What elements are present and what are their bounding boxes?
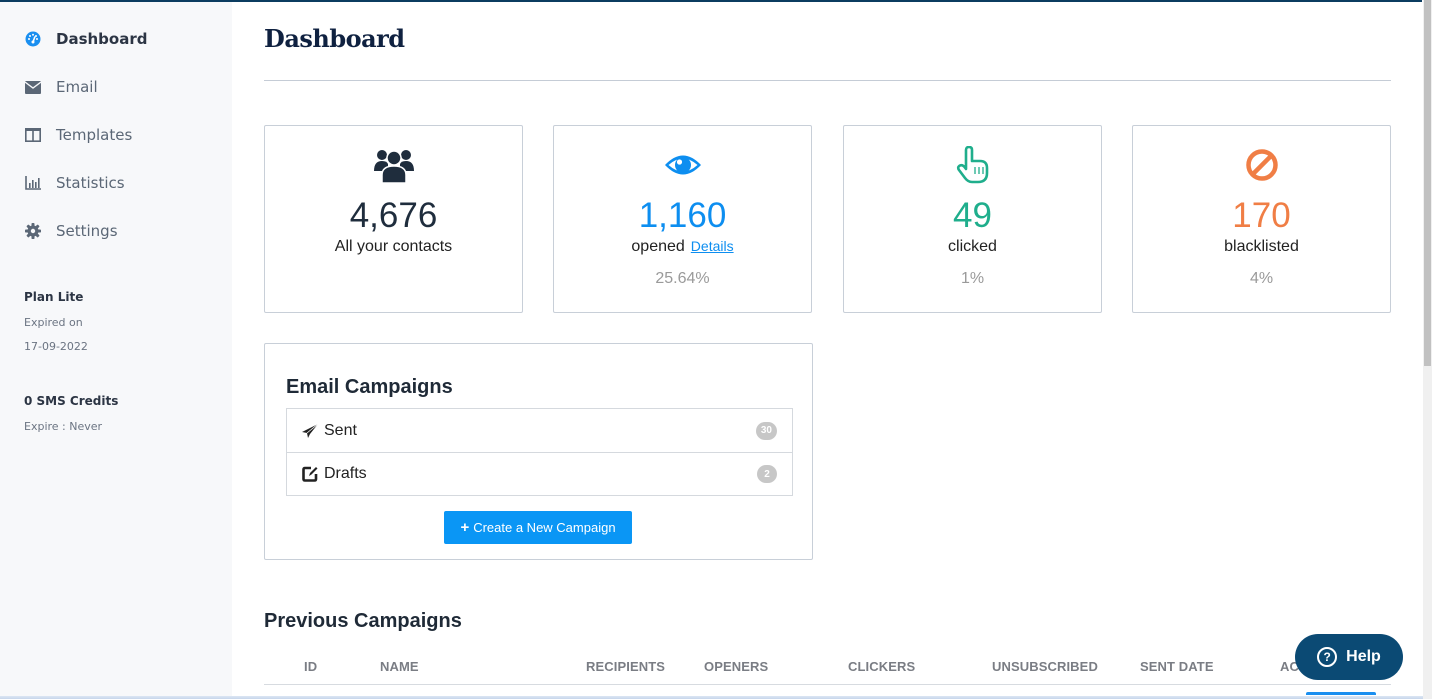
previous-campaigns-title: Previous Campaigns bbox=[264, 610, 462, 632]
column-header-sent-date[interactable]: SENT DATE bbox=[1140, 659, 1214, 674]
columns-icon bbox=[24, 127, 41, 144]
gear-icon bbox=[24, 223, 41, 240]
stat-card-opened: 1,160 opened Details 25.64% bbox=[553, 125, 812, 313]
question-circle-icon: ? bbox=[1317, 647, 1338, 667]
plan-name: Plan Lite bbox=[24, 290, 84, 304]
sms-credits: 0 SMS Credits bbox=[24, 394, 119, 408]
sidebar-item-label: Dashboard bbox=[56, 30, 148, 48]
paper-plane-icon bbox=[302, 422, 320, 440]
campaign-row-sent[interactable]: Sent 30 bbox=[287, 409, 792, 452]
table-header-divider bbox=[264, 684, 1391, 685]
email-campaigns-title: Email Campaigns bbox=[286, 376, 453, 398]
page-title: Dashboard bbox=[264, 24, 405, 53]
plan-expired-date: 17-09-2022 bbox=[24, 340, 88, 353]
stat-card-contacts: 4,676 All your contacts bbox=[264, 125, 523, 313]
vertical-scrollbar[interactable] bbox=[1423, 0, 1432, 699]
column-header-recipients[interactable]: RECIPIENTS bbox=[586, 659, 665, 674]
campaign-row-drafts[interactable]: Drafts 2 bbox=[287, 452, 792, 495]
opened-count: 1,160 bbox=[638, 196, 727, 235]
column-header-openers[interactable]: OPENERS bbox=[704, 659, 768, 674]
column-header-name[interactable]: NAME bbox=[380, 659, 419, 674]
column-header-id[interactable]: ID bbox=[304, 659, 317, 674]
sidebar-item-label: Settings bbox=[56, 222, 118, 240]
blacklisted-count: 170 bbox=[1232, 196, 1291, 235]
contacts-count: 4,676 bbox=[349, 196, 438, 235]
plus-icon: + bbox=[460, 519, 470, 536]
column-header-clickers[interactable]: CLICKERS bbox=[848, 659, 915, 674]
sidebar-item-label: Statistics bbox=[56, 174, 125, 192]
blacklisted-label: blacklisted bbox=[1224, 238, 1299, 255]
bar-chart-icon bbox=[24, 175, 41, 192]
help-button[interactable]: ? Help bbox=[1295, 634, 1403, 680]
clicked-percent: 1% bbox=[960, 270, 985, 287]
users-icon bbox=[265, 146, 522, 184]
envelope-icon bbox=[24, 79, 41, 96]
clicked-count: 49 bbox=[953, 196, 992, 235]
eye-icon bbox=[554, 146, 811, 184]
sidebar: Dashboard Email Templates Statistics Set… bbox=[0, 2, 232, 699]
sidebar-item-label: Templates bbox=[56, 126, 133, 144]
count-badge: 30 bbox=[755, 421, 777, 440]
opened-details-link[interactable]: Details bbox=[691, 238, 734, 254]
create-campaign-button[interactable]: + Create a New Campaign bbox=[444, 511, 632, 544]
opened-label: opened bbox=[631, 238, 685, 255]
dashboard-gauge-icon bbox=[24, 31, 41, 48]
sidebar-item-templates[interactable]: Templates bbox=[24, 123, 132, 147]
row-action-button-edge[interactable] bbox=[1306, 692, 1376, 695]
sidebar-item-label: Email bbox=[56, 78, 98, 96]
pointer-hand-icon bbox=[844, 146, 1101, 184]
count-badge: 2 bbox=[757, 465, 777, 483]
stat-card-clicked: 49 clicked 1% bbox=[843, 125, 1102, 313]
create-campaign-label: Create a New Campaign bbox=[473, 520, 616, 535]
opened-label-wrap: opened Details bbox=[554, 238, 811, 256]
blacklisted-percent: 4% bbox=[1249, 270, 1274, 287]
ban-icon bbox=[1133, 146, 1390, 184]
campaign-list: Sent 30 Drafts 2 bbox=[286, 408, 793, 496]
contacts-label: All your contacts bbox=[334, 238, 453, 255]
help-label: Help bbox=[1346, 648, 1381, 665]
sidebar-item-settings[interactable]: Settings bbox=[24, 219, 118, 243]
email-campaigns-panel: Email Campaigns Sent 30 Drafts 2 + Creat… bbox=[264, 343, 813, 560]
sidebar-item-email[interactable]: Email bbox=[24, 75, 98, 99]
sidebar-item-statistics[interactable]: Statistics bbox=[24, 171, 125, 195]
stat-card-blacklisted: 170 blacklisted 4% bbox=[1132, 125, 1391, 313]
sidebar-item-dashboard[interactable]: Dashboard bbox=[24, 27, 147, 51]
campaign-row-label: Sent bbox=[324, 421, 357, 439]
sms-expire: Expire : Never bbox=[24, 420, 103, 433]
title-divider bbox=[264, 80, 1391, 81]
campaign-row-label: Drafts bbox=[324, 465, 367, 482]
plan-expired-label: Expired on bbox=[24, 316, 83, 329]
edit-icon bbox=[302, 465, 320, 483]
opened-percent: 25.64% bbox=[655, 270, 710, 287]
scrollbar-thumb[interactable] bbox=[1424, 0, 1431, 366]
clicked-label: clicked bbox=[948, 238, 997, 255]
column-header-unsubscribed[interactable]: UNSUBSCRIBED bbox=[992, 659, 1098, 674]
